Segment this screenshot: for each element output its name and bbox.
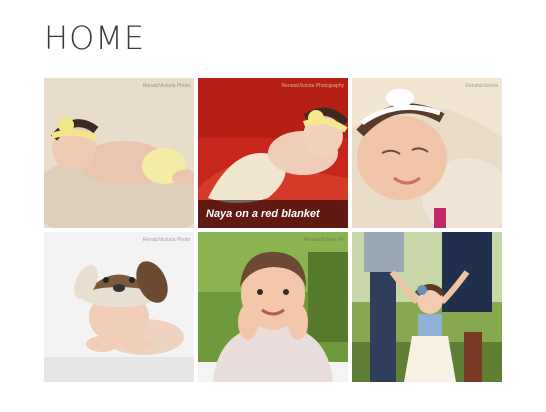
photo-toddler-hands-on-cheeks [198,232,348,382]
photo-watermark: RenataVictoria Photo [142,83,190,89]
photo-gallery: RenataVictoria Photo RenataVictoria Phot… [44,78,502,382]
photo-watermark: RenataVictoria Photo [142,237,190,243]
gallery-photo-2[interactable]: RenataVictoria Photography Naya on a red… [198,78,348,228]
photo-toddler-with-parents [352,232,502,382]
photo-smiling-newborn-bow [352,78,502,228]
photo-watermark: RenataVictoria [465,83,498,89]
photo-watermark: RenataVictoria Photography [281,83,344,89]
gallery-photo-3[interactable]: RenataVictoria [352,78,502,228]
photo-caption: Naya on a red blanket [198,200,348,228]
photo-sleeping-newborn-cream [44,78,194,228]
photo-newborn-puppy-hat [44,232,194,382]
page-title: HOME [44,19,146,57]
gallery-photo-1[interactable]: RenataVictoria Photo [44,78,194,228]
photo-watermark: RenataVictoria Ph [303,237,344,243]
gallery-photo-5[interactable]: RenataVictoria Ph [198,232,348,382]
gallery-photo-4[interactable]: RenataVictoria Photo [44,232,194,382]
gallery-photo-6[interactable] [352,232,502,382]
